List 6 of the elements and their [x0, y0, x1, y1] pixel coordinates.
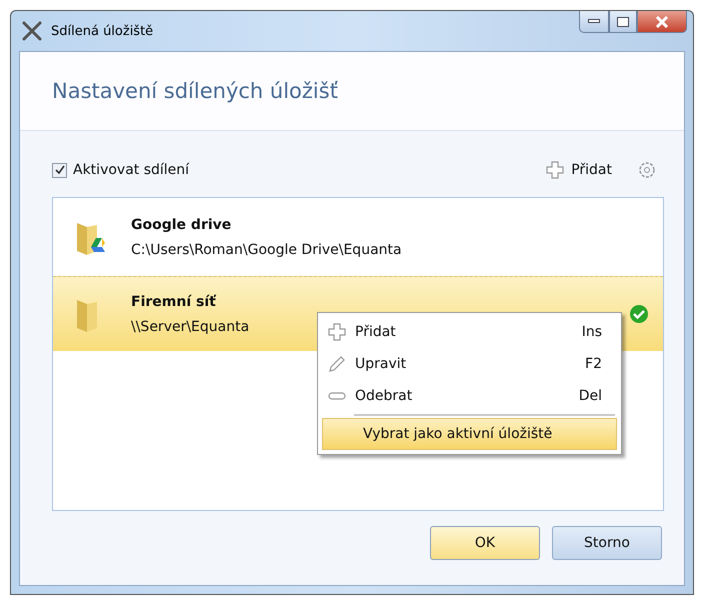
window-title: Sdílená úložiště [51, 24, 154, 38]
storage-path: \\Server\Equanta [131, 318, 250, 334]
storage-path: C:\Users\Roman\Google Drive\Equanta [131, 242, 402, 258]
dialog-heading: Nastavení sdílených úložišť [52, 79, 338, 103]
storage-name: Google drive [131, 216, 232, 232]
storage-name: Firemní síť [131, 294, 216, 310]
